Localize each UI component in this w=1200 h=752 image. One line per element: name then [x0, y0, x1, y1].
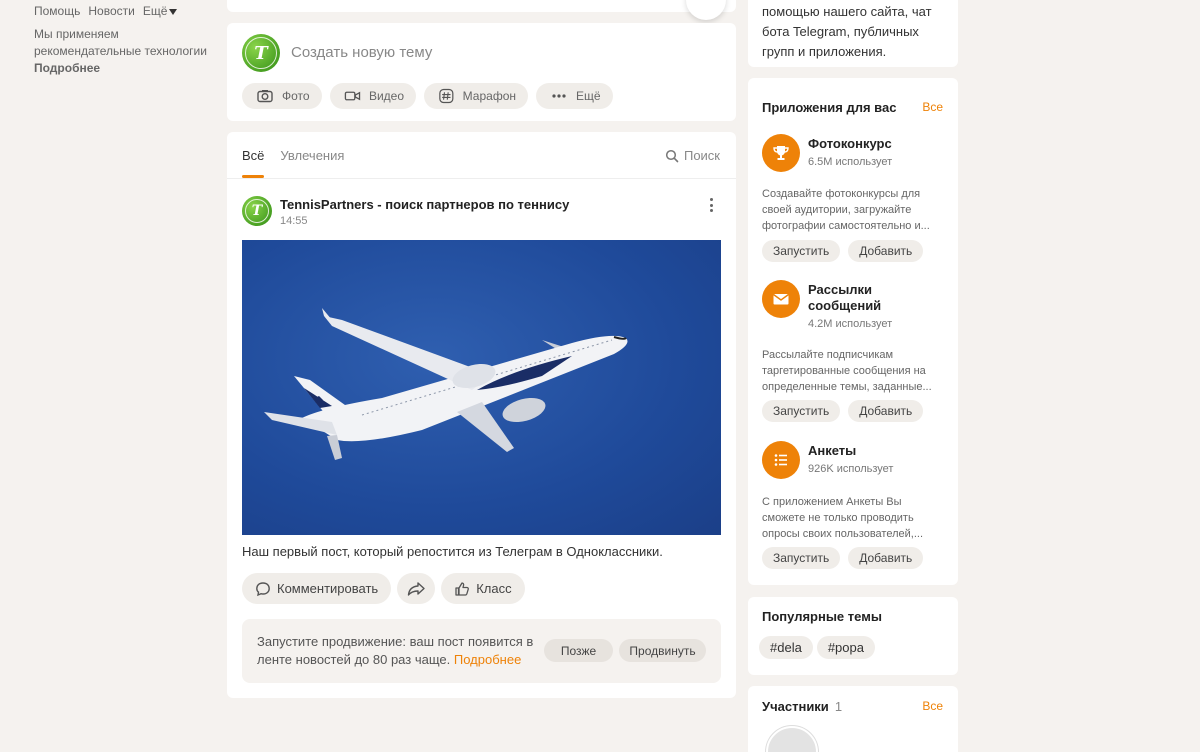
add-button[interactable]: Добавить [848, 400, 924, 422]
create-topic-card: T Создать новую тему Фото Видео Марафон … [227, 23, 736, 121]
photo-button[interactable]: Фото [242, 83, 322, 109]
tabs-divider [227, 178, 736, 179]
post-menu-icon[interactable] [710, 198, 714, 212]
hashtag-icon [439, 88, 454, 104]
info-line-1: помощью нашего сайта, чат [762, 4, 932, 19]
list-icon[interactable] [762, 441, 800, 479]
post-time: 14:55 [280, 215, 308, 227]
apps-all-link[interactable]: Все [922, 100, 943, 114]
launch-button[interactable]: Запустить [762, 240, 841, 262]
apps-card: Приложения для вас Все Фотоконкурс 6.5M … [748, 78, 958, 585]
app-buttons: Запустить Добавить [762, 400, 924, 422]
more-button[interactable]: Ещё [536, 83, 613, 109]
trophy-icon[interactable] [762, 134, 800, 172]
thumbs-up-icon [455, 581, 470, 596]
members-title: Участники 1 [762, 699, 842, 714]
marathon-button[interactable]: Марафон [424, 83, 528, 109]
app-users: 4.2M использует [808, 318, 893, 330]
info-text: помощью нашего сайта, чат бота Telegram,… [762, 2, 932, 62]
app-description: Создавайте фотоконкурсы для своей аудито… [762, 188, 930, 232]
info-line-2: бота Telegram, публичных [762, 24, 919, 39]
search-label: Поиск [683, 148, 720, 163]
search-icon [665, 149, 679, 162]
info-line-3: групп и приложения. [762, 44, 887, 59]
popular-topics-card: Популярные темы #dela #popa [748, 597, 958, 675]
post-author[interactable]: TennisPartners - поиск партнеров по тенн… [280, 197, 569, 212]
airplane-image [264, 308, 628, 460]
close-button[interactable] [686, 0, 726, 20]
more-dots-icon [552, 94, 566, 98]
topic-tag[interactable]: #popa [816, 636, 875, 659]
group-avatar[interactable]: T [242, 34, 280, 72]
video-icon [344, 91, 361, 101]
members-card: Участники 1 Все [748, 686, 958, 752]
camera-icon [257, 90, 273, 103]
video-button[interactable]: Видео [330, 83, 416, 109]
app-name[interactable]: Рассылки сообщений [808, 282, 908, 314]
launch-button[interactable]: Запустить [762, 547, 841, 569]
app-buttons: Запустить Добавить [762, 547, 924, 569]
notice-line-1: Мы применяем [34, 27, 119, 41]
create-options: Фото Видео Марафон Ещё [242, 83, 613, 109]
feed-tabs: Всё Увлечения [242, 132, 344, 178]
member-avatar[interactable] [766, 726, 818, 752]
post-image[interactable] [242, 240, 721, 535]
caret-down-icon [169, 8, 178, 15]
later-button[interactable]: Позже [544, 639, 613, 662]
help-link[interactable]: Помощь [34, 4, 80, 18]
marathon-label: Марафон [462, 89, 516, 103]
members-label: Участники [762, 699, 829, 714]
share-button[interactable] [397, 573, 436, 604]
app-description: Рассылайте подписчикам таргетированные с… [762, 349, 932, 393]
footer-links: Помощь Новости Ещё [34, 4, 224, 18]
comment-button[interactable]: Комментировать [242, 573, 392, 604]
author-avatar[interactable]: T [242, 196, 272, 226]
like-button[interactable]: Класс [441, 573, 525, 604]
promotion-details-link[interactable]: Подробнее [454, 652, 521, 667]
promotion-banner: Запустите продвижение: ваш пост появится… [242, 619, 721, 683]
like-label: Класс [476, 581, 512, 596]
add-button[interactable]: Добавить [848, 240, 924, 262]
topic-tag[interactable]: #dela [759, 636, 813, 659]
create-topic-input[interactable]: Создать новую тему [291, 44, 432, 61]
more-menu[interactable]: Ещё [143, 4, 178, 18]
video-label: Видео [368, 89, 404, 103]
topics-title: Популярные темы [762, 609, 882, 624]
launch-button[interactable]: Запустить [762, 400, 841, 422]
app-users: 926K использует [808, 463, 894, 475]
add-button[interactable]: Добавить [848, 547, 924, 569]
details-link[interactable]: Подробнее [34, 60, 224, 77]
previous-card [227, 0, 736, 12]
app-description: С приложением Анкеты Вы сможете не тольк… [762, 496, 923, 540]
feed-card: Всё Увлечения Поиск T TennisPartners - п… [227, 132, 736, 698]
app-name[interactable]: Анкеты [808, 443, 856, 459]
recommendation-notice: Мы применяем рекомендательные технологии… [34, 26, 224, 77]
app-name[interactable]: Фотоконкурс [808, 136, 892, 152]
tab-all[interactable]: Всё [242, 132, 265, 178]
notice-line-2: рекомендательные технологии [34, 44, 207, 58]
post-text: Наш первый пост, который репостится из Т… [242, 544, 663, 559]
members-all-link[interactable]: Все [922, 699, 943, 713]
more-menu-label: Ещё [142, 4, 168, 18]
feed-search[interactable]: Поиск [665, 148, 720, 163]
envelope-icon[interactable] [762, 280, 800, 318]
app-buttons: Запустить Добавить [762, 240, 924, 262]
comment-label: Комментировать [277, 581, 379, 596]
post-actions: Комментировать Класс [242, 573, 525, 604]
share-icon [408, 581, 425, 596]
promote-button[interactable]: Продвинуть [619, 639, 706, 662]
news-link[interactable]: Новости [88, 4, 134, 18]
photo-label: Фото [282, 89, 310, 103]
more-label: Ещё [576, 89, 601, 103]
comment-icon [256, 581, 270, 596]
topic-tags: #dela #popa [759, 636, 875, 659]
members-count: 1 [834, 699, 843, 714]
info-card: помощью нашего сайта, чат бота Telegram,… [748, 0, 958, 67]
apps-title: Приложения для вас [762, 100, 897, 115]
left-column: Помощь Новости Ещё Мы применяем рекоменд… [34, 4, 224, 77]
app-users: 6.5M использует [808, 156, 893, 168]
promotion-text: Запустите продвижение: ваш пост появится… [257, 633, 547, 669]
tab-hobbies[interactable]: Увлечения [280, 132, 344, 178]
